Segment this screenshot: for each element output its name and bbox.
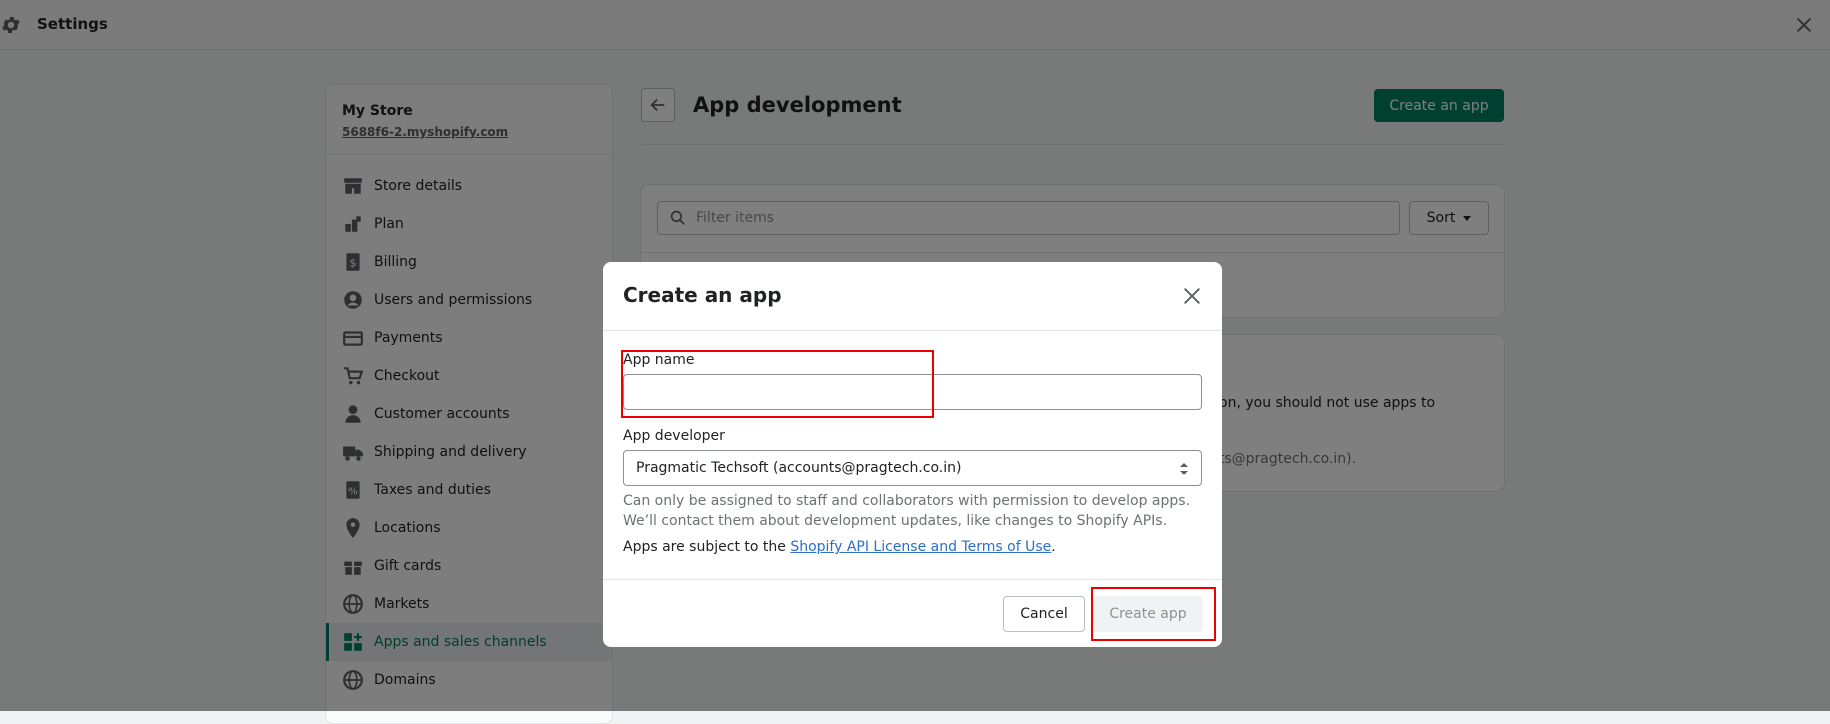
create-app-highlight bbox=[1091, 587, 1216, 641]
cancel-button[interactable]: Cancel bbox=[1003, 596, 1085, 632]
terms-link[interactable]: Shopify API License and Terms of Use bbox=[790, 539, 1051, 555]
app-developer-value: Pragmatic Techsoft (accounts@pragtech.co… bbox=[636, 460, 962, 476]
create-app-modal: Create an app App name App developer Pra… bbox=[603, 262, 1222, 647]
modal-footer-divider bbox=[603, 579, 1222, 580]
modal-title: Create an app bbox=[623, 283, 782, 307]
select-arrows-icon bbox=[1180, 463, 1188, 475]
modal-header: Create an app bbox=[603, 262, 1222, 331]
terms-suffix: . bbox=[1051, 539, 1056, 555]
terms-prefix: Apps are subject to the bbox=[623, 539, 791, 555]
app-name-highlight bbox=[621, 350, 934, 418]
terms-text: Apps are subject to the Shopify API Lice… bbox=[623, 539, 1056, 555]
developer-help-text: Can only be assigned to staff and collab… bbox=[623, 493, 1191, 529]
close-icon[interactable] bbox=[1181, 285, 1203, 307]
app-developer-select[interactable]: Pragmatic Techsoft (accounts@pragtech.co… bbox=[623, 450, 1202, 486]
app-developer-label: App developer bbox=[623, 428, 725, 444]
